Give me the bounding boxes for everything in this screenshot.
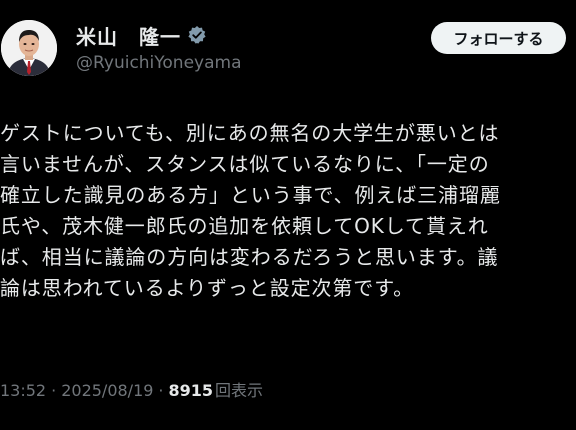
views-count: 8915: [168, 381, 214, 400]
views-label: 回表示: [215, 381, 264, 400]
follow-button[interactable]: フォローする: [431, 22, 566, 54]
author-handle[interactable]: @RyuichiYoneyama: [76, 53, 242, 73]
meta-separator: ·: [51, 381, 57, 400]
tweet-text-line: 言いませんが、スタンスは似ているなりに、「一定の: [0, 152, 490, 176]
tweet-time[interactable]: 13:52: [0, 381, 46, 400]
avatar-photo: [1, 20, 57, 76]
meta-separator: ·: [158, 381, 164, 400]
author-names: 米山 隆一 @RyuichiYoneyama: [76, 21, 242, 74]
tweet-text: ゲストについても、別にあの無名の大学生が悪いとは 言いませんが、スタンスは似てい…: [0, 118, 572, 304]
verified-badge-icon: [187, 25, 207, 45]
display-name[interactable]: 米山 隆一: [76, 21, 181, 50]
avatar[interactable]: [1, 20, 57, 76]
tweet-text-line: ゲストについても、別にあの無名の大学生が悪いとは: [0, 121, 500, 145]
tweet-text-line: 確立した識見のある方」という事で、例えば三浦瑠麗: [0, 183, 501, 207]
tweet-card: 米山 隆一 @RyuichiYoneyama フォローする ゲストについても、別…: [0, 0, 576, 430]
display-name-row: 米山 隆一: [76, 21, 242, 49]
tweet-text-line: 氏や、茂木健一郎氏の追加を依頼してOKして貰えれ: [0, 214, 489, 238]
tweet-date[interactable]: 2025/08/19: [61, 381, 153, 400]
tweet-meta: 13:52 · 2025/08/19 · 8915 回表示: [0, 377, 263, 401]
tweet-text-line: ば、相当に議論の方向は変わるだろうと思います。議: [0, 245, 499, 269]
tweet-header: 米山 隆一 @RyuichiYoneyama フォローする: [0, 14, 576, 84]
tweet-text-line: 論は思われているよりずっと設定次第です。: [0, 276, 414, 300]
